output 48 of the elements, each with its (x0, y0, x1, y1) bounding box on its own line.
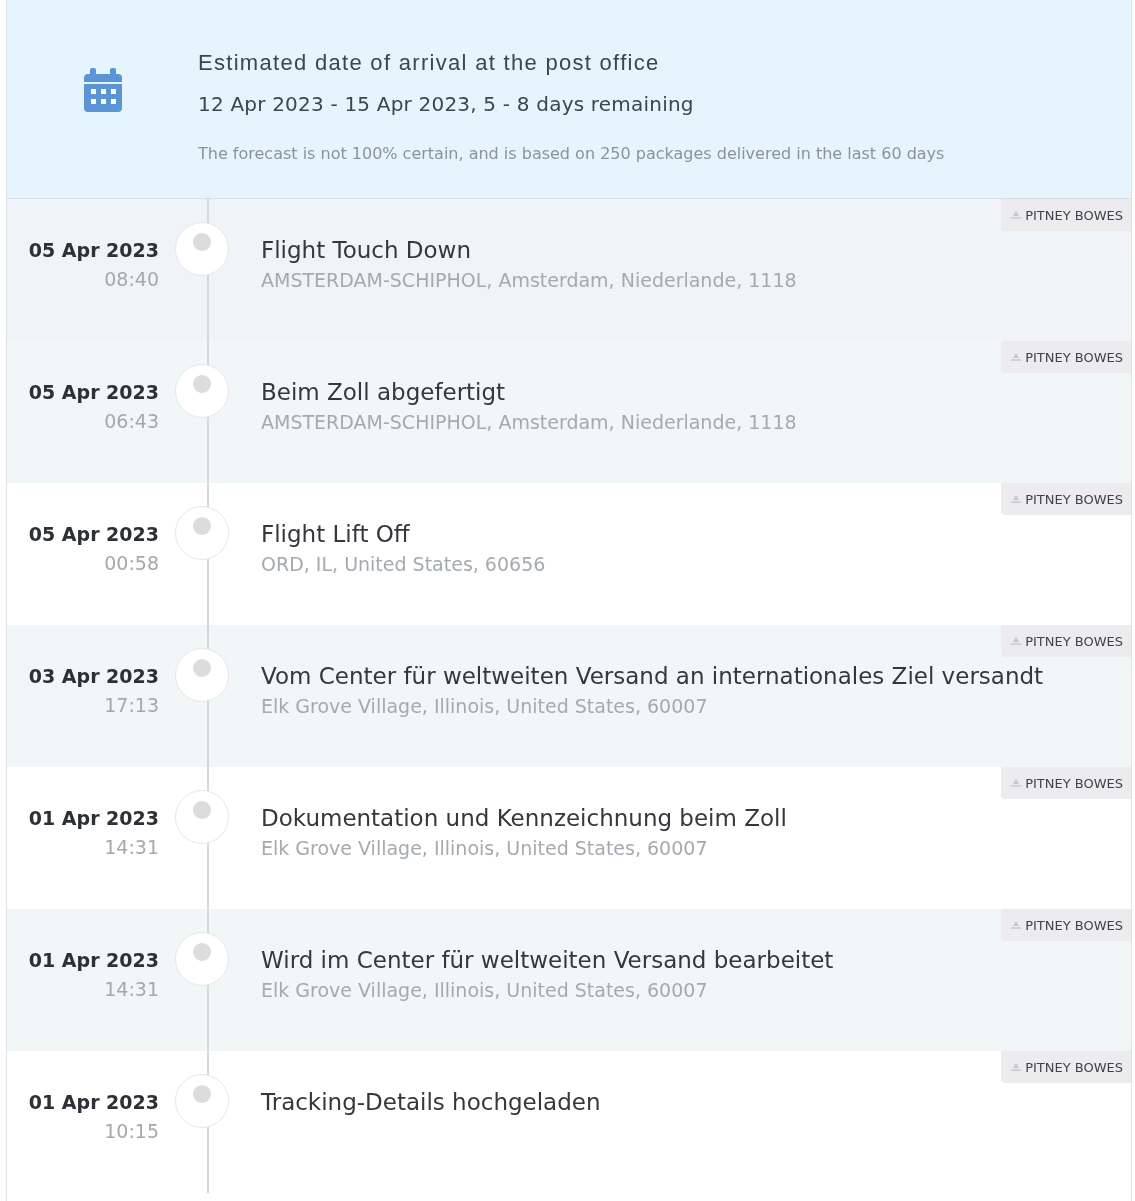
carrier-name: PITNEY BOWES (1025, 207, 1123, 223)
event-time: 10:15 (104, 1120, 159, 1142)
event-location: Elk Grove Village, Illinois, United States, 60007 (261, 979, 709, 1001)
event-location: Elk Grove Village, Illinois, United States, 60007 (261, 837, 709, 859)
estimate-title: Estimated date of arrival at the post office (198, 50, 661, 76)
carrier-logo-icon (1011, 637, 1022, 645)
timeline-node (174, 1074, 229, 1128)
carrier-name: PITNEY BOWES (1025, 349, 1123, 365)
event-title: Flight Touch Down (261, 237, 472, 263)
carrier-name: PITNEY BOWES (1025, 491, 1123, 507)
event-date: 05 Apr 2023 (28, 239, 159, 261)
event-title: Beim Zoll abgefertigt (261, 379, 507, 405)
event-date: 01 Apr 2023 (28, 949, 159, 971)
forecast-note: The forecast is not 100% certain, and is based on 250 packages delivered in the last 60 days (198, 144, 946, 163)
carrier-name: PITNEY BOWES (1025, 917, 1123, 933)
event-title: Vom Center für weltweiten Versand an internationales Ziel versandt (261, 663, 1045, 689)
event-date: 05 Apr 2023 (28, 523, 159, 545)
carrier-logo-icon (1011, 1063, 1022, 1071)
event-time: 14:31 (104, 836, 159, 858)
event-location: AMSTERDAM-SCHIPHOL, Amsterdam, Niederlande, 1118 (261, 269, 798, 291)
estimate-range: 12 Apr 2023 - 15 Apr 2023, 5 - 8 days remaining (198, 92, 695, 116)
carrier-name: PITNEY BOWES (1025, 633, 1123, 649)
event-title: Tracking-Details hochgeladen (261, 1089, 602, 1115)
event-date: 03 Apr 2023 (28, 665, 159, 687)
carrier-logo-icon (1011, 353, 1022, 361)
event-date: 05 Apr 2023 (28, 381, 159, 403)
carrier-logo-icon (1011, 921, 1022, 929)
timeline-node (174, 790, 229, 844)
carrier-logo-icon (1011, 211, 1022, 219)
event-time: 08:40 (104, 268, 159, 290)
event-location: Elk Grove Village, Illinois, United States, 60007 (261, 695, 709, 717)
carrier-name: PITNEY BOWES (1025, 1059, 1123, 1075)
carrier-logo-icon (1011, 779, 1022, 787)
event-title: Wird im Center für weltweiten Versand bearbeitet (261, 947, 835, 973)
event-date: 01 Apr 2023 (28, 1091, 159, 1113)
event-time: 14:31 (104, 978, 159, 1000)
event-title: Flight Lift Off (261, 521, 411, 547)
event-location: AMSTERDAM-SCHIPHOL, Amsterdam, Niederlande, 1118 (261, 411, 798, 433)
event-date: 01 Apr 2023 (28, 807, 159, 829)
carrier-name: PITNEY BOWES (1025, 775, 1123, 791)
event-time: 00:58 (104, 552, 159, 574)
calendar-icon (83, 68, 122, 112)
carrier-logo-icon (1011, 495, 1022, 503)
event-time: 17:13 (104, 694, 159, 716)
event-title: Dokumentation und Kennzeichnung beim Zoll (261, 805, 788, 831)
timeline-node (174, 506, 229, 560)
event-time: 06:43 (104, 410, 159, 432)
event-location: ORD, IL, United States, 60656 (261, 553, 547, 575)
